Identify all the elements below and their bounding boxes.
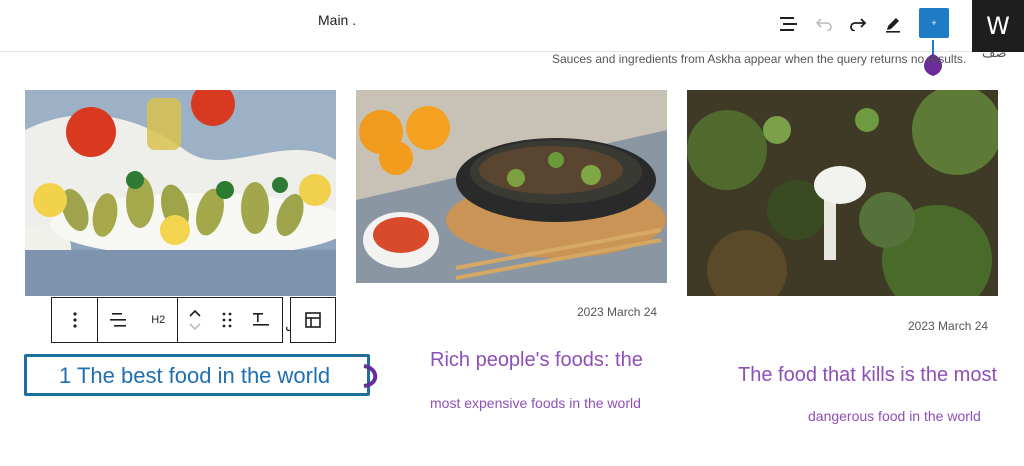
post-subtitle-3: dangerous food in the world bbox=[808, 408, 981, 424]
block-toolbar: H2 bbox=[51, 297, 283, 343]
chevron-updown-icon[interactable] bbox=[189, 309, 201, 331]
block-inserter-button[interactable]: + bbox=[919, 8, 949, 38]
query-notice: Sauces and ingredients from Askha appear… bbox=[552, 52, 967, 66]
text-align-icon[interactable] bbox=[253, 312, 271, 328]
rtl-fragment: صف bbox=[982, 46, 1007, 61]
layout-icon bbox=[305, 312, 321, 328]
list-view-icon[interactable] bbox=[775, 10, 803, 38]
layout-button[interactable] bbox=[290, 297, 336, 343]
drag-handle-icon[interactable] bbox=[222, 312, 232, 328]
align-icon[interactable] bbox=[109, 312, 128, 328]
redo-icon[interactable] bbox=[844, 10, 872, 38]
pencil-icon[interactable] bbox=[879, 10, 907, 38]
post-image-2[interactable] bbox=[356, 90, 667, 283]
block-options-button[interactable] bbox=[52, 298, 98, 342]
post-title-2[interactable]: Rich people's foods: the bbox=[430, 349, 643, 372]
post-date-2: 2023 March 24 bbox=[577, 305, 658, 319]
editor-header: Main . + W bbox=[0, 0, 1024, 52]
block-type-group: H2 bbox=[98, 298, 178, 342]
post-image-3[interactable] bbox=[687, 90, 998, 296]
wordpress-logo-button[interactable]: W bbox=[972, 0, 1024, 52]
selected-heading-block[interactable]: 1 The best food in the world bbox=[24, 354, 370, 396]
more-vertical-icon bbox=[72, 312, 77, 328]
post-title-3[interactable]: The food that kills is the most bbox=[738, 364, 997, 387]
post-date-3: 2023 March 24 bbox=[908, 319, 989, 333]
post-image-1[interactable] bbox=[25, 90, 336, 296]
plus-icon: + bbox=[931, 17, 937, 28]
block-move-group bbox=[178, 298, 282, 342]
pointer-marker-icon bbox=[363, 364, 378, 388]
undo-icon[interactable] bbox=[810, 10, 838, 38]
heading-level-button[interactable]: H2 bbox=[151, 314, 165, 326]
document-title[interactable]: Main . bbox=[318, 12, 356, 28]
post-subtitle-2: most expensive foods in the world bbox=[430, 395, 641, 411]
post-title-1[interactable]: 1 The best food in the world bbox=[59, 363, 330, 389]
